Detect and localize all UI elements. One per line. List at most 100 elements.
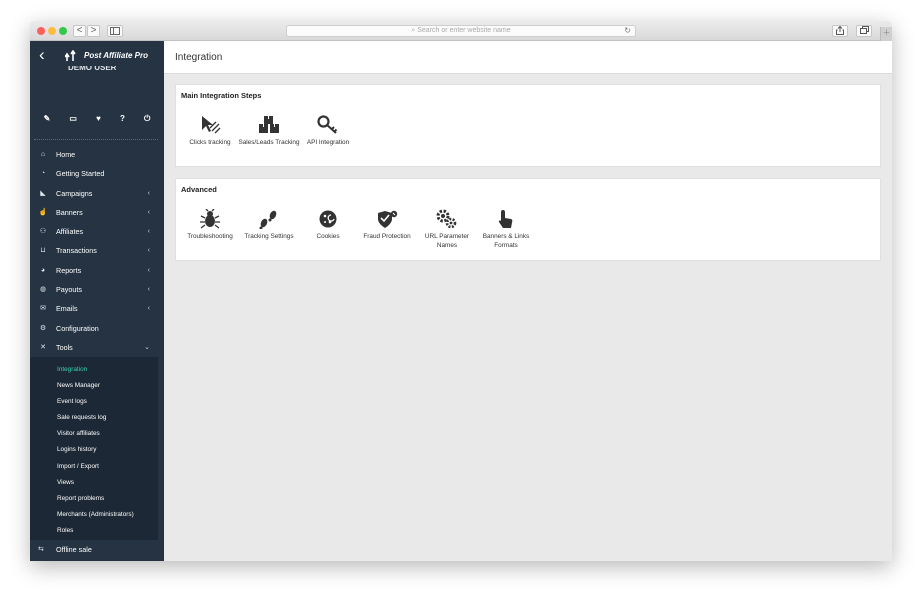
gear-icon: ⚙: [39, 324, 47, 332]
sidebar-item-label: Transactions: [56, 246, 97, 256]
cookie-icon: [319, 210, 337, 228]
tile-label: Sales/Leads Tracking: [238, 139, 300, 146]
chevron-left-icon: ‹: [147, 305, 150, 313]
sidebar-item-emails[interactable]: ✉ Emails ‹: [30, 299, 158, 318]
banners-links-formats-tile[interactable]: Banners & Links Formats: [473, 209, 539, 250]
pencil-icon[interactable]: ✎: [44, 114, 51, 124]
help-icon[interactable]: ?: [120, 114, 125, 124]
share-icon: [836, 25, 844, 35]
sidebar-item-label: Banners: [56, 207, 83, 217]
sidebar-item-label: Getting Started: [56, 169, 105, 179]
exchange-icon: ⇆: [38, 546, 44, 553]
bug-icon: [200, 209, 220, 229]
forward-button[interactable]: >: [87, 25, 100, 37]
collapse-sidebar-icon[interactable]: ‹: [39, 46, 45, 64]
sidebar-item-reports[interactable]: ◕ Reports ‹: [30, 261, 158, 280]
quick-actions: ✎ ▭ ♥ ? ⏻: [30, 114, 164, 124]
sidebar-item-configuration[interactable]: ⚙ Configuration: [30, 319, 158, 338]
browser-window: < > ⌕ Search or enter website name ↻ + ‹…: [30, 21, 892, 561]
sidebar-item-label: Reports: [56, 265, 82, 275]
address-placeholder: Search or enter website name: [417, 27, 511, 34]
sidebar-item-getting-started[interactable]: ◔ Getting Started: [30, 164, 158, 183]
main-content: Integration Main Integration Steps Click…: [164, 41, 892, 561]
heartbeat-icon[interactable]: ♥: [96, 114, 101, 124]
user-name: DEMO USER: [68, 66, 117, 71]
basket-icon: ⊔: [40, 247, 46, 255]
monitor-icon[interactable]: ▭: [69, 114, 77, 124]
tile-label: Troubleshooting: [187, 233, 233, 240]
boxes-icon: [259, 116, 279, 133]
sidebar-item-campaigns[interactable]: ◣ Campaigns ‹: [30, 184, 158, 203]
tile-label: API Integration: [306, 139, 350, 146]
back-button[interactable]: <: [73, 25, 86, 37]
address-bar[interactable]: ⌕ Search or enter website name ↻: [286, 25, 636, 37]
url-parameter-names-tile[interactable]: URL Parameter Names: [414, 209, 480, 250]
brand-name: Post Affiliate Pro: [84, 51, 149, 60]
fraud-protection-tile[interactable]: Fraud Protection: [354, 209, 420, 241]
sidebar-divider: [34, 139, 158, 140]
section-title: Main Integration Steps: [181, 91, 262, 100]
money-bag-icon: ◍: [39, 286, 47, 294]
chevron-left-icon: ‹: [147, 266, 150, 274]
submenu-item-import-export[interactable]: Import / Export: [30, 459, 158, 475]
hand-pointer-icon: [498, 210, 513, 228]
sales-leads-tracking-tile[interactable]: Sales/Leads Tracking: [236, 115, 302, 147]
tile-label: URL Parameter Names: [424, 233, 470, 249]
sidebar-item-tools[interactable]: ✕ Tools ⌄: [30, 338, 158, 357]
chevron-left-icon: ‹: [147, 247, 150, 255]
sidebar-item-payouts[interactable]: ◍ Payouts ‹: [30, 280, 158, 299]
pie-chart-icon: ◕: [40, 266, 46, 274]
close-window-button[interactable]: [37, 27, 45, 35]
footprints-icon: [259, 210, 277, 229]
page-title: Integration: [175, 52, 223, 63]
megaphone-icon: ◣: [40, 189, 46, 197]
submenu-item-merchants-administrators[interactable]: Merchants (Administrators): [30, 507, 158, 523]
submenu-item-integration[interactable]: Integration: [30, 362, 158, 378]
submenu-item-logins-history[interactable]: Logins history: [30, 442, 158, 458]
reload-icon[interactable]: ↻: [624, 26, 631, 36]
tracking-settings-tile[interactable]: Tracking Settings: [236, 209, 302, 241]
sidebar-item-banners[interactable]: ☝ Banners ‹: [30, 203, 158, 222]
sidebar-item-label: Emails: [56, 304, 78, 314]
chevron-left-icon: ‹: [147, 228, 150, 236]
sidebar-item-label: Home: [56, 150, 76, 159]
page-header: Integration: [164, 41, 892, 74]
submenu-item-views[interactable]: Views: [30, 475, 158, 491]
troubleshooting-tile[interactable]: Troubleshooting: [177, 209, 243, 241]
sidebar-item-label: Affiliates: [56, 227, 84, 237]
power-icon[interactable]: ⏻: [144, 114, 150, 124]
chevron-left-icon: ‹: [147, 286, 150, 294]
new-tab-button[interactable]: +: [880, 27, 892, 41]
stopwatch-icon: ◔: [40, 170, 46, 178]
submenu-item-event-logs[interactable]: Event logs: [30, 394, 158, 410]
chevron-left-icon: ‹: [147, 208, 150, 216]
submenu-item-sale-requests-log[interactable]: Sale requests log: [30, 410, 158, 426]
sidebar-item-label: Tools: [56, 342, 73, 352]
minimize-window-button[interactable]: [48, 27, 56, 35]
shield-icon: [378, 210, 398, 228]
home-icon: ⌂: [40, 151, 46, 158]
clicks-tracking-tile[interactable]: Clicks tracking: [177, 115, 243, 147]
sidebar-header: ‹ Post Affiliate Pro DEMO USER: [30, 41, 164, 72]
share-button[interactable]: [832, 25, 848, 37]
sidebar-item-offline-sale[interactable]: ⇆ Offline sale: [30, 540, 158, 560]
sidebar-item-affiliates[interactable]: ⚇ Affiliates ‹: [30, 222, 158, 241]
submenu-item-roles[interactable]: Roles: [30, 523, 158, 539]
sidebar-toggle-button[interactable]: [107, 25, 123, 37]
submenu-item-report-problems[interactable]: Report problems: [30, 491, 158, 507]
tabs-overview-button[interactable]: [856, 25, 872, 37]
submenu-item-visitor-affiliates[interactable]: Visitor affiliates: [30, 426, 158, 442]
sidebar-item-transactions[interactable]: ⊔ Transactions ‹: [30, 241, 158, 260]
tools-submenu: Integration News Manager Event logs Sale re…: [30, 357, 158, 557]
sidebar-item-label: Configuration: [56, 323, 99, 333]
api-integration-tile[interactable]: API Integration: [295, 115, 361, 147]
zoom-window-button[interactable]: [59, 27, 67, 35]
sidebar-item-home[interactable]: ⌂ Home: [30, 145, 158, 164]
submenu-item-news-manager[interactable]: News Manager: [30, 378, 158, 394]
tabs-icon: [859, 26, 869, 34]
tools-icon: ✕: [40, 343, 46, 351]
key-icon: [317, 115, 338, 134]
sidebar-item-label: Campaigns: [56, 188, 93, 198]
cookies-tile[interactable]: Cookies: [295, 209, 361, 241]
chevron-left-icon: ‹: [147, 189, 150, 197]
